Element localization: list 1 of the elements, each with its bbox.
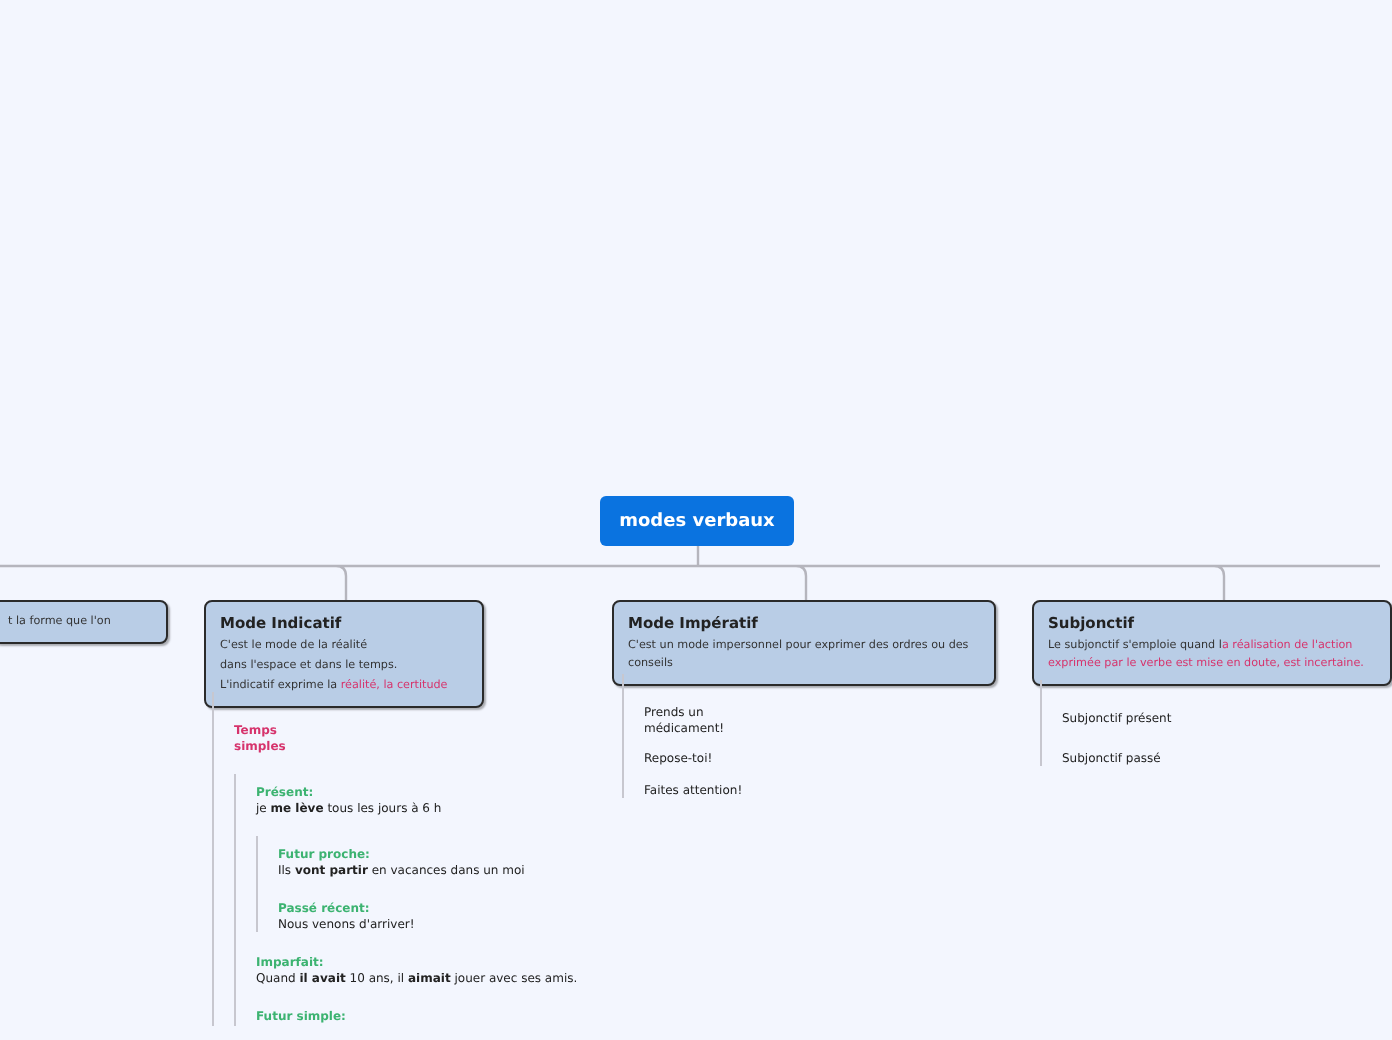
root-topic[interactable]: modes verbaux [600, 496, 794, 546]
